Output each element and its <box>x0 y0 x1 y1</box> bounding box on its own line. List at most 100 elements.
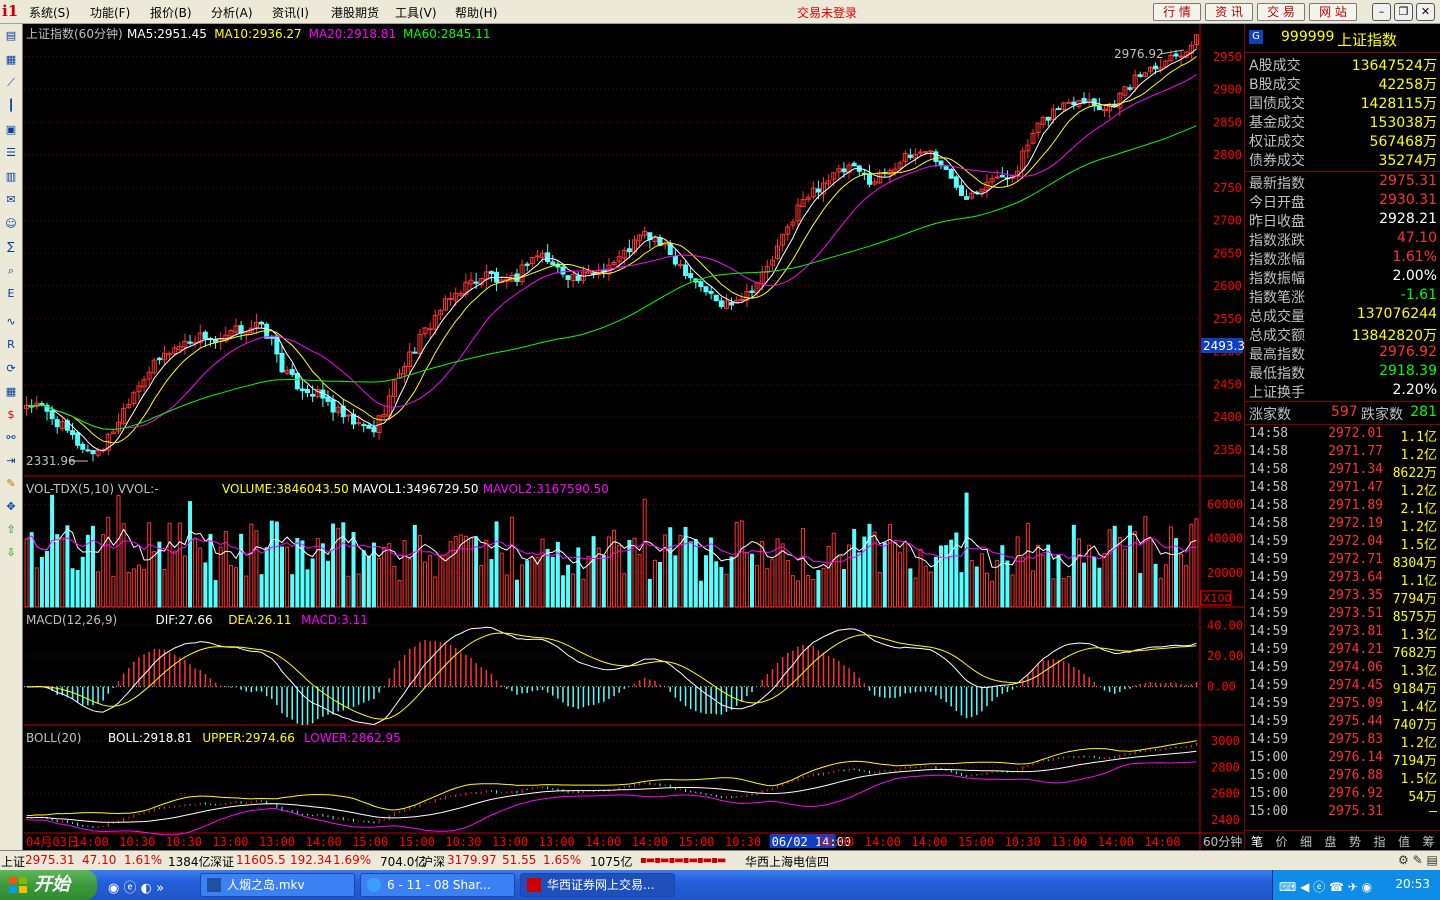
tool-etf-icon[interactable]: E <box>3 286 19 302</box>
tool-export-icon[interactable]: ⇥ <box>3 453 19 469</box>
panel-tab-7[interactable]: 筹 <box>1423 833 1435 850</box>
tray-icons[interactable]: ⌨ ◀ ⓔ ☎ ✈ ◉ <box>1279 878 1372 895</box>
tick-row[interactable]: 14:59 2972.04 1.5亿 <box>1245 534 1440 553</box>
volume-bar <box>514 579 519 608</box>
y-tick-label: 60000 <box>1207 498 1243 512</box>
tick-row[interactable]: 14:59 2975.44 7407万 <box>1245 714 1440 733</box>
tool-move-icon[interactable]: ✥ <box>3 499 19 515</box>
trade-button[interactable]: 交 易 <box>1257 3 1305 21</box>
tool-calc-icon[interactable]: ∑ <box>3 239 19 255</box>
restore-icon[interactable]: ❐ <box>1394 3 1413 21</box>
tick-row[interactable]: 15:00 2975.31 — <box>1245 804 1440 822</box>
tool-list-icon[interactable]: ☰ <box>3 145 19 161</box>
index-row-11-label: 上证换手 <box>1249 385 1305 401</box>
volume-bar <box>826 545 831 608</box>
signal-bars-icon: ▪▬▪▬▪▬▪▬▪▬▪▬ <box>640 855 726 866</box>
tick-row[interactable]: 14:58 2972.01 1.1亿 <box>1245 426 1440 445</box>
panel-tab-3[interactable]: 盘 <box>1325 833 1337 850</box>
tool-candle-icon[interactable]: ┃ <box>3 98 19 114</box>
vol-row-4: 权证成交 567468万 <box>1245 131 1440 150</box>
tool-chart-icon[interactable]: ▤ <box>3 28 19 44</box>
volume-bar <box>121 523 126 608</box>
menu-system[interactable]: 系统(S) <box>29 4 70 21</box>
candle-body <box>488 271 494 275</box>
start-button[interactable]: 开始 <box>0 870 97 900</box>
tool-users-icon[interactable]: ☺ <box>3 216 19 232</box>
menu-help[interactable]: 帮助(H) <box>455 4 497 21</box>
tick-row[interactable]: 14:58 2971.77 1.2亿 <box>1245 444 1440 463</box>
candle-body <box>749 290 755 293</box>
volume-bar <box>188 501 193 608</box>
tick-row[interactable]: 14:59 2972.71 8304万 <box>1245 552 1440 571</box>
kline-chart[interactable]: 2350240024502500255026002650270027502800… <box>24 24 1245 850</box>
tool-grid-icon[interactable]: ▦ <box>3 52 19 68</box>
tick-row[interactable]: 14:59 2973.35 7794万 <box>1245 588 1440 607</box>
panel-tab-4[interactable]: 势 <box>1349 833 1361 850</box>
tick-row[interactable]: 14:59 2973.81 1.3亿 <box>1245 624 1440 643</box>
indicator-label: LOWER:2862.95 <box>304 731 401 745</box>
taskbar-item-browser[interactable]: 6 - 11 - 08 Shar... <box>360 873 515 897</box>
panel-tab-6[interactable]: 值 <box>1398 833 1410 850</box>
candle-body <box>672 255 678 265</box>
tick-row[interactable]: 14:59 2975.83 1.2亿 <box>1245 732 1440 751</box>
index-row-8: 总成交额 13842820万 <box>1245 325 1440 344</box>
candle-body <box>259 321 265 325</box>
tick-row[interactable]: 14:58 2971.89 2.1亿 <box>1245 498 1440 517</box>
tick-row[interactable]: 15:00 2976.92 54万 <box>1245 786 1440 805</box>
tool-refresh-icon[interactable]: ⟳ <box>3 361 19 377</box>
tick-row[interactable]: 14:59 2974.06 1.3亿 <box>1245 660 1440 679</box>
chart-area[interactable]: 2350240024502500255026002650270027502800… <box>24 24 1245 850</box>
tool-search-icon[interactable]: ⌕ <box>3 263 19 279</box>
menu-tools[interactable]: 工具(V) <box>395 4 437 21</box>
tick-row[interactable]: 14:59 2974.45 9184万 <box>1245 678 1440 697</box>
tool-table-icon[interactable]: ▦ <box>3 384 19 400</box>
quicklaunch-icons[interactable]: ◉ ⓔ ◐ » <box>108 877 164 896</box>
tool-trend-icon[interactable]: ∿ <box>3 314 19 330</box>
volume-bar <box>979 553 984 608</box>
menu-function[interactable]: 功能(F) <box>90 4 130 21</box>
volume-bar <box>356 573 361 608</box>
tool-link-icon[interactable]: ⚯ <box>3 430 19 446</box>
tool-dollar-icon[interactable]: $ <box>3 407 19 423</box>
close-icon[interactable]: ✕ <box>1416 3 1435 21</box>
taskbar-item-video[interactable]: 人烟之岛.mkv <box>200 873 355 897</box>
menu-quote[interactable]: 报价(B) <box>150 4 192 21</box>
tool-pencil-icon[interactable]: ✎ <box>3 476 19 492</box>
tick-row[interactable]: 15:00 2976.88 1.5亿 <box>1245 768 1440 787</box>
panel-tab-5[interactable]: 指 <box>1374 833 1386 850</box>
tool-report-icon[interactable]: ▥ <box>3 169 19 185</box>
website-button[interactable]: 网 站 <box>1309 3 1357 21</box>
panel-tab-1[interactable]: 价 <box>1276 833 1288 850</box>
tool-window-icon[interactable]: ▣ <box>3 122 19 138</box>
menu-analysis[interactable]: 分析(A) <box>211 4 253 21</box>
quote-button[interactable]: 行 情 <box>1153 3 1201 21</box>
tick-row[interactable]: 14:58 2971.47 1.2亿 <box>1245 480 1440 499</box>
panel-tab-0[interactable]: 笔 <box>1251 833 1263 850</box>
taskbar-item-trading[interactable]: 华西证券网上交易... <box>520 873 675 897</box>
menu-hk-futures[interactable]: 港股期货 <box>331 4 379 21</box>
tick-row[interactable]: 14:58 2972.19 1.2亿 <box>1245 516 1440 535</box>
candle-body <box>524 263 530 266</box>
tick-row[interactable]: 14:58 2971.34 8622万 <box>1245 462 1440 481</box>
volume-bar <box>198 547 203 608</box>
menu-info[interactable]: 资讯(I) <box>272 4 309 21</box>
tool-rsi-icon[interactable]: R <box>3 337 19 353</box>
tool-mail-icon[interactable]: ✉ <box>3 192 19 208</box>
minimize-icon[interactable]: – <box>1372 3 1391 21</box>
panel-tab-2[interactable]: 细 <box>1300 833 1312 850</box>
tick-row[interactable]: 14:59 2974.21 7682万 <box>1245 642 1440 661</box>
tick-row[interactable]: 14:59 2973.51 8575万 <box>1245 606 1440 625</box>
tick-row[interactable]: 15:00 2976.14 7194万 <box>1245 750 1440 769</box>
tool-line-icon[interactable]: ⟋ <box>3 75 19 91</box>
high-price-label: 2976.92 <box>1114 47 1164 61</box>
tick-row[interactable]: 14:59 2975.09 1.4亿 <box>1245 696 1440 715</box>
y-tick-label: 2600 <box>1213 279 1242 293</box>
tick-time: 15:00 <box>1249 768 1289 783</box>
news-button[interactable]: 资 讯 <box>1205 3 1253 21</box>
tool-up-arrow-icon[interactable]: ⇧ <box>3 522 19 538</box>
status-tools-icon[interactable]: ⚙ ✎ ▤ <box>1398 853 1438 867</box>
tick-row[interactable]: 14:59 2973.64 1.1亿 <box>1245 570 1440 589</box>
tool-down-arrow-icon[interactable]: ⇩ <box>3 545 19 561</box>
volume-bar <box>673 555 678 608</box>
index-badge: G <box>1249 30 1263 44</box>
